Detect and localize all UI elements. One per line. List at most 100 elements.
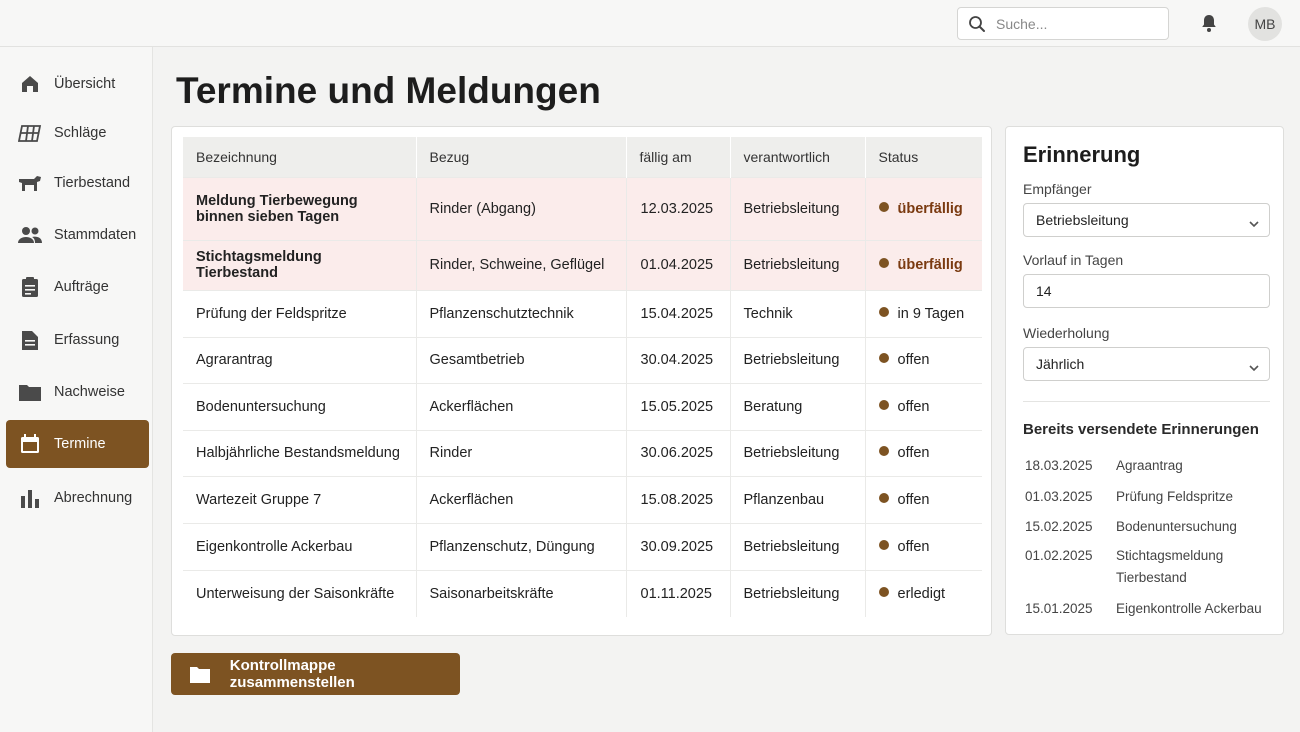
- cell-status: offen: [865, 382, 982, 430]
- status-badge: erledigt: [897, 585, 946, 602]
- page-title: Termine und Meldungen: [176, 70, 601, 111]
- cell-reference: Pflanzenschutztechnik: [416, 289, 627, 337]
- sidebar: Übersicht Schläge Tierbestand Stammdaten…: [0, 47, 153, 732]
- status-badge: offen: [897, 398, 930, 415]
- column-header[interactable]: Status: [865, 137, 982, 177]
- cell-status: überfällig: [865, 239, 982, 290]
- sent-reminders-title: Bereits versendete Erinnerungen: [1023, 421, 1259, 438]
- cell-due-date: 01.11.2025: [626, 569, 731, 617]
- sidebar-item-auftraege[interactable]: Aufträge: [6, 263, 149, 311]
- recipient-value: Betriebsleitung: [1036, 212, 1129, 228]
- search-icon: [958, 15, 996, 33]
- chevron-down-icon: [1249, 359, 1259, 375]
- sent-text: Stichtagsmeldung Tierbestand: [1116, 548, 1224, 585]
- status-badge: offen: [897, 352, 930, 368]
- document-icon: [6, 330, 54, 350]
- cell-reference: Ackerflächen: [416, 382, 627, 430]
- user-initials: MB: [1254, 16, 1276, 32]
- calendar-icon: [6, 434, 54, 454]
- sidebar-item-erfassung[interactable]: Erfassung: [6, 316, 149, 364]
- cell-name: Bodenuntersuchung: [183, 382, 417, 430]
- sidebar-item-label: Aufträge: [54, 279, 109, 295]
- sidebar-item-stammdaten[interactable]: Stammdaten: [6, 211, 149, 259]
- table-row[interactable]: Wartezeit Gruppe 7 Ackerflächen 15.08.2025…: [183, 475, 982, 523]
- table-row[interactable]: Unterweisung der Saisonkräfte Saisonarbei…: [183, 569, 982, 617]
- table-row[interactable]: Halbjährliche Bestandsmeldung Rinder 30.06…: [183, 429, 982, 476]
- recipient-select[interactable]: Betriebsleitung: [1023, 203, 1270, 237]
- lead-time-field[interactable]: 14: [1023, 274, 1270, 308]
- cell-reference: Pflanzenschutz, Düngung: [416, 522, 627, 570]
- table-row[interactable]: Eigenkontrolle Ackerbau Pflanzenschutz, D…: [183, 522, 982, 570]
- cell-due-date: 15.08.2025: [626, 475, 731, 523]
- status-dot-icon: [878, 306, 889, 317]
- sidebar-item-nachweise[interactable]: Nachweise: [6, 368, 149, 416]
- column-header[interactable]: Bezeichnung: [183, 137, 417, 177]
- sidebar-item-label: Übersicht: [54, 76, 116, 92]
- avatar[interactable]: MB: [1248, 7, 1282, 41]
- sent-text: Prüfung Feldspritze: [1116, 489, 1234, 504]
- sent-date: 18.03.2025: [1025, 458, 1093, 473]
- status-dot-icon: [878, 586, 889, 597]
- table-header-row: Bezeichnung Bezug fällig am verantwortli…: [183, 137, 982, 177]
- cell-status: offen: [865, 429, 982, 476]
- cell-owner: Betriebsleitung: [730, 336, 866, 383]
- table-body: Meldung Tierbewegung binnen sieben Tagen…: [183, 176, 982, 617]
- sent-text: Agraantrag: [1116, 458, 1183, 473]
- status-badge: überfällig: [897, 257, 963, 273]
- clipboard-icon: [6, 276, 54, 298]
- search-box[interactable]: [957, 7, 1169, 40]
- panel-title: Erinnerung: [1023, 142, 1141, 167]
- sidebar-item-label: Tierbestand: [54, 175, 131, 191]
- table-row[interactable]: Prüfung der Feldspritze Pflanzenschutztec…: [183, 289, 982, 337]
- compile-control-folder-button[interactable]: Kontrollmappe zusammenstellen: [171, 653, 460, 695]
- cell-owner: Betriebsleitung: [730, 429, 866, 476]
- status-dot-icon: [878, 492, 889, 503]
- deadlines-card: Bezeichnung Bezug fällig am verantwortli…: [171, 126, 992, 636]
- status-badge: in 9 Tagen: [897, 305, 965, 322]
- repeat-select[interactable]: Jährlich: [1023, 347, 1270, 381]
- button-label: Kontrollmappe zusammenstellen: [229, 657, 355, 691]
- sent-date: 15.02.2025: [1025, 519, 1093, 534]
- column-header[interactable]: fällig am: [626, 137, 731, 177]
- sidebar-item-tierbestand[interactable]: Tierbestand: [6, 159, 149, 207]
- status-dot-icon: [878, 399, 889, 410]
- cow-icon: [6, 173, 54, 193]
- sidebar-item-uebersicht[interactable]: Übersicht: [6, 60, 149, 108]
- cell-name: Halbjährliche Bestandsmeldung: [183, 429, 417, 476]
- status-badge: offen: [897, 445, 930, 461]
- sent-date: 01.03.2025: [1025, 489, 1093, 504]
- cell-owner: Pflanzenbau: [730, 475, 866, 523]
- cell-due-date: 12.03.2025: [626, 176, 731, 240]
- table-row[interactable]: Meldung Tierbewegung binnen sieben Tagen…: [183, 176, 982, 240]
- sidebar-item-abrechnung[interactable]: Abrechnung: [6, 474, 149, 522]
- sidebar-item-label: Abrechnung: [54, 490, 133, 506]
- search-input[interactable]: [996, 15, 1156, 32]
- sidebar-item-label: Nachweise: [54, 384, 125, 400]
- sent-text: Bodenuntersuchung: [1116, 519, 1237, 534]
- cell-reference: Gesamtbetrieb: [416, 336, 627, 383]
- recipient-label: Empfänger: [1023, 181, 1092, 197]
- table-row[interactable]: Bodenuntersuchung Ackerflächen 15.05.2025 B…: [183, 382, 982, 430]
- cell-due-date: 15.05.2025: [626, 382, 731, 430]
- lead-time-value: 14: [1036, 283, 1052, 299]
- bell-icon[interactable]: [1198, 12, 1220, 34]
- cell-owner: Betriebsleitung: [730, 176, 866, 240]
- table-row[interactable]: Stichtagsmeldung Tierbestand Rinder, Schw…: [183, 239, 982, 290]
- sent-reminder-item: 01.02.2025 Stichtagsmeldung Tierbestand: [1025, 548, 1236, 589]
- table-row[interactable]: Agrarantrag Gesamtbetrieb 30.04.2025 Betrie…: [183, 336, 982, 383]
- folder-icon: [6, 383, 54, 401]
- lead-time-label: Vorlauf in Tagen: [1023, 252, 1124, 268]
- cell-owner: Technik: [730, 289, 866, 337]
- sidebar-item-termine[interactable]: Termine: [6, 420, 149, 468]
- bar-chart-icon: [6, 488, 54, 508]
- sent-date: 15.01.2025: [1025, 601, 1093, 616]
- column-header[interactable]: Bezug: [416, 137, 627, 177]
- cell-name: Meldung Tierbewegung binnen sieben Tagen: [183, 176, 417, 240]
- status-badge: offen: [897, 491, 930, 508]
- cell-status: offen: [865, 336, 982, 383]
- cell-owner: Betriebsleitung: [730, 239, 866, 290]
- sidebar-item-schlaege[interactable]: Schläge: [6, 109, 149, 157]
- column-header[interactable]: verantwortlich: [730, 137, 866, 177]
- status-dot-icon: [878, 258, 889, 268]
- cell-due-date: 30.06.2025: [626, 429, 731, 476]
